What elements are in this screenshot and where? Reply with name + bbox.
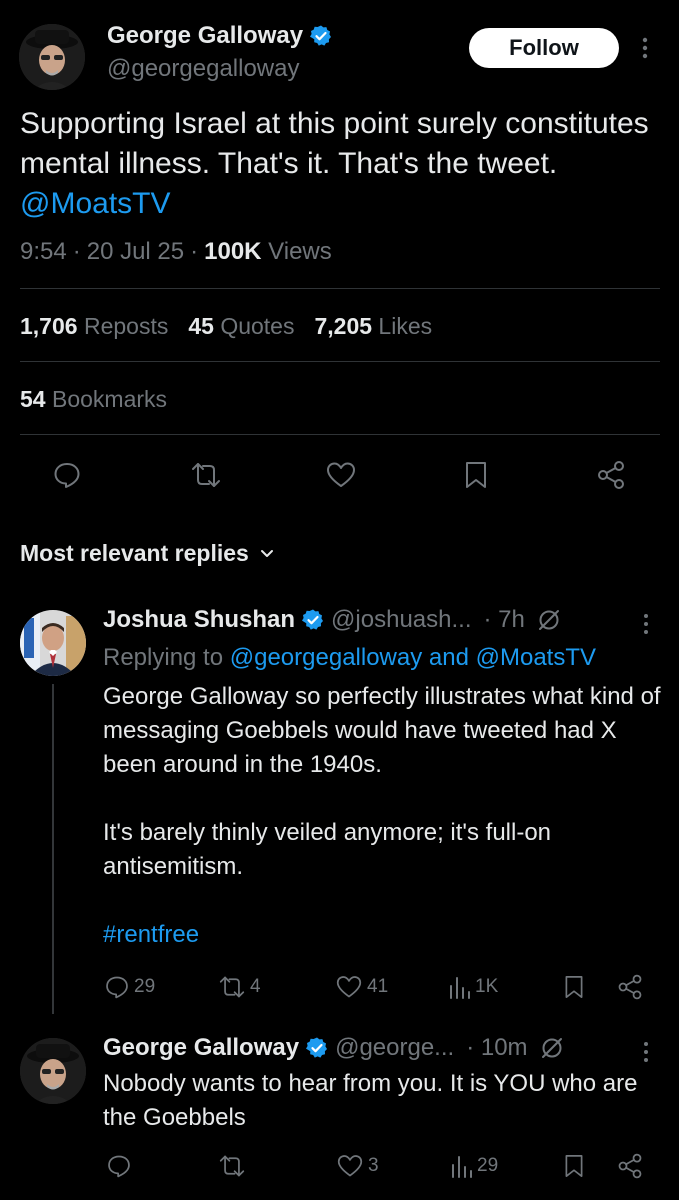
author-handle[interactable]: @georgegalloway [107, 55, 299, 83]
reply-text: Nobody wants to hear from you. It is YOU… [103, 1070, 638, 1131]
views-count: 100K [204, 238, 262, 265]
reply-more-options-icon[interactable] [640, 1040, 652, 1064]
views-count: 1K [475, 976, 499, 997]
reply-action-views[interactable]: 29 [449, 1153, 498, 1179]
reposts-count: 1,706 [20, 313, 78, 339]
like-count: 41 [367, 976, 389, 997]
reply-action-reply[interactable] [106, 1153, 136, 1179]
grok-icon[interactable] [537, 608, 561, 632]
reply-icon[interactable] [52, 460, 82, 490]
quotes-count: 45 [188, 313, 214, 339]
reply-action-repost[interactable]: 4 [218, 974, 261, 1000]
repost-count: 4 [250, 976, 261, 997]
divider [20, 361, 660, 362]
tweet-text: Supporting Israel at this point surely c… [20, 104, 660, 224]
author-avatar[interactable] [19, 24, 85, 90]
reply-avatar[interactable] [20, 610, 86, 676]
divider [20, 288, 660, 289]
bookmarks-label: Bookmarks [51, 386, 168, 412]
reposts-label: Reposts [83, 313, 169, 339]
replying-to-mentions[interactable]: @georgegalloway and @MoatsTV [230, 644, 596, 671]
views-count: 29 [477, 1155, 499, 1176]
reply-action-like[interactable]: 41 [335, 974, 388, 1000]
reply-avatar[interactable] [20, 1038, 86, 1104]
replying-to: Replying to @georgegalloway and @MoatsTV [103, 644, 596, 672]
views-label: Views [268, 238, 332, 265]
quotes-label: Quotes [220, 313, 295, 339]
tweet-body: Supporting Israel at this point surely c… [20, 107, 649, 180]
chevron-down-icon [259, 546, 275, 562]
like-count: 3 [368, 1155, 379, 1176]
hashtag-link[interactable]: #rentfree [103, 918, 663, 952]
reply-more-options-icon[interactable] [640, 612, 652, 636]
replies-sort-label: Most relevant replies [20, 540, 249, 566]
divider [20, 434, 660, 435]
views-stat[interactable]: 100K Views [204, 238, 332, 266]
reply-age[interactable]: · 10m [466, 1034, 527, 1062]
share-icon[interactable] [595, 459, 627, 491]
likes-label: Likes [378, 313, 433, 339]
grok-icon[interactable] [540, 1036, 564, 1060]
follow-button[interactable]: Follow [469, 28, 619, 68]
reply-header: Joshua Shushan @joshuash... · 7h [103, 606, 561, 634]
repost-icon[interactable] [190, 460, 222, 490]
tweet-mention-link[interactable]: @MoatsTV [20, 187, 170, 220]
reply-action-like[interactable]: 3 [336, 1153, 379, 1179]
verified-badge-icon [305, 1036, 329, 1060]
reply-bookmark-icon[interactable] [563, 974, 585, 1000]
meta-separator: · [190, 238, 199, 265]
thread-line [52, 684, 54, 1014]
bookmark-icon[interactable] [463, 460, 489, 490]
more-options-icon[interactable] [638, 36, 652, 60]
quotes-stat[interactable]: 45 Quotes [188, 313, 294, 340]
reply-author-name[interactable]: Joshua Shushan [103, 606, 295, 634]
reposts-stat[interactable]: 1,706 Reposts [20, 313, 168, 340]
replies-sort-dropdown[interactable]: Most relevant replies [20, 540, 275, 567]
reply-count: 29 [134, 976, 156, 997]
author-name[interactable]: George Galloway [107, 22, 303, 50]
meta-separator: · [72, 238, 81, 265]
tweet-time[interactable]: 9:54 [20, 238, 67, 266]
reply-action-reply[interactable]: 29 [104, 974, 155, 1000]
verified-badge-icon [301, 608, 325, 632]
reply-paragraph: It's barely thinly veiled anymore; it's … [103, 819, 552, 880]
reply-text: George Galloway so perfectly illustrates… [103, 680, 663, 952]
verified-badge-icon [309, 24, 333, 48]
reply-action-views[interactable]: 1K [447, 974, 498, 1000]
like-icon[interactable] [325, 460, 357, 490]
bookmarks-stat[interactable]: 54 Bookmarks [20, 386, 167, 413]
tweet-meta: 9:54 · 20 Jul 25 · 100K Views [20, 238, 332, 266]
likes-stat[interactable]: 7,205 Likes [314, 313, 432, 340]
reply-share-icon[interactable] [616, 973, 644, 1001]
reply-age[interactable]: · 7h [483, 606, 524, 634]
replying-to-prefix: Replying to [103, 644, 224, 671]
reply-header: George Galloway @george... · 10m [103, 1034, 564, 1062]
author-name-row: George Galloway [107, 22, 333, 50]
likes-count: 7,205 [314, 313, 373, 339]
reply-author-handle[interactable]: @george... [335, 1034, 454, 1062]
reply-author-name[interactable]: George Galloway [103, 1034, 299, 1062]
tweet-date[interactable]: 20 Jul 25 [87, 238, 184, 266]
reply-bookmark-icon[interactable] [563, 1153, 585, 1179]
engagement-stats: 1,706 Reposts 45 Quotes 7,205 Likes [20, 313, 432, 340]
reply-action-repost[interactable] [218, 1153, 250, 1179]
reply-share-icon[interactable] [616, 1152, 644, 1180]
reply-paragraph: George Galloway so perfectly illustrates… [103, 683, 661, 778]
reply-author-handle[interactable]: @joshuash... [331, 606, 471, 634]
bookmarks-count: 54 [20, 386, 46, 412]
